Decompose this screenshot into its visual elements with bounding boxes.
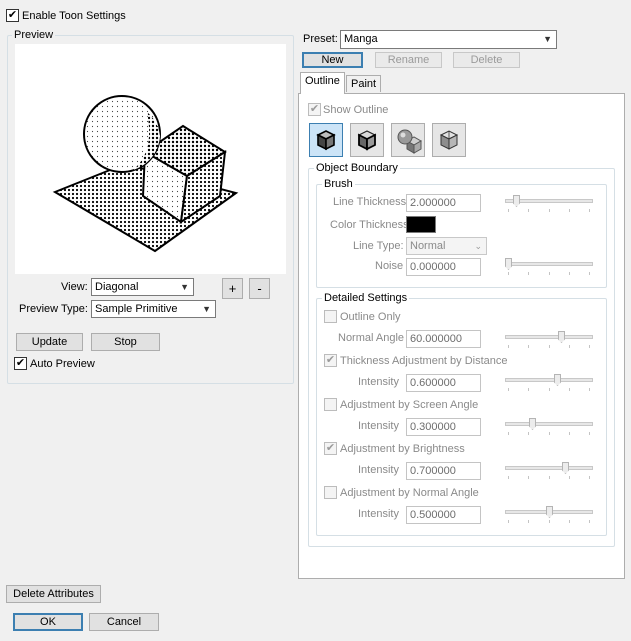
thickness-adjustment-intensity-field[interactable]: 0.600000 <box>406 374 481 392</box>
outline-only-label: Outline Only <box>340 311 401 323</box>
color-thickness-label: Color Thickness <box>330 219 409 231</box>
view-label: View: <box>61 281 88 293</box>
brightness-slider[interactable] <box>505 462 593 479</box>
brightness-label: Adjustment by Brightness <box>340 443 465 455</box>
tab-outline-label: Outline <box>305 75 340 87</box>
show-outline-label: Show Outline <box>323 104 389 116</box>
color-thickness-swatch[interactable] <box>406 216 436 233</box>
slider-thumb[interactable] <box>513 195 520 207</box>
view-select[interactable]: Diagonal ▼ <box>91 278 194 296</box>
slider-thumb[interactable] <box>546 506 553 518</box>
slider-thumb[interactable] <box>554 374 561 386</box>
intensity-label: Intensity <box>358 420 399 432</box>
tab-paint[interactable]: Paint <box>346 75 382 92</box>
noise-field[interactable]: 0.000000 <box>406 258 481 276</box>
show-outline-checkbox[interactable]: ✔ <box>308 103 321 116</box>
preset-label: Preset: <box>303 33 338 45</box>
intensity-label: Intensity <box>358 464 399 476</box>
chevron-down-icon: ▼ <box>543 34 552 44</box>
view-select-value: Diagonal <box>95 281 139 293</box>
preset-select[interactable]: Manga ▼ <box>340 30 557 49</box>
detailed-settings-title: Detailed Settings <box>322 292 410 304</box>
normal-angle-adjustment-slider[interactable] <box>505 506 593 523</box>
tab-paint-label: Paint <box>351 78 377 90</box>
sphere-cube-icon-button[interactable] <box>391 123 425 157</box>
cube-silhouette-icon <box>357 130 377 151</box>
stop-button[interactable]: Stop <box>91 333 160 351</box>
line-type-label: Line Type: <box>353 240 404 252</box>
line-type-select[interactable]: Normal ⌄ <box>406 237 487 255</box>
preview-render <box>52 95 239 253</box>
intensity-label: Intensity <box>358 376 399 388</box>
intensity-label: Intensity <box>358 508 399 520</box>
object-boundary-title: Object Boundary <box>314 162 400 174</box>
thickness-adjustment-slider[interactable] <box>505 374 593 391</box>
noise-label: Noise <box>375 260 404 272</box>
normal-angle-slider[interactable] <box>505 331 593 348</box>
preview-type-value: Sample Primitive <box>95 303 178 315</box>
auto-preview-checkbox[interactable]: ✔ <box>14 357 27 370</box>
enable-toon-label: Enable Toon Settings <box>22 10 126 22</box>
thickness-adjustment-checkbox[interactable]: ✔ <box>324 354 337 367</box>
preview-group-title: Preview <box>12 29 56 41</box>
preview-type-select[interactable]: Sample Primitive ▼ <box>91 300 216 318</box>
delete-preset-button[interactable]: Delete <box>453 52 520 68</box>
normal-angle-label: Normal Angle <box>338 332 405 344</box>
screen-angle-intensity-field[interactable]: 0.300000 <box>406 418 481 436</box>
normal-angle-adjustment-label: Adjustment by Normal Angle <box>340 487 479 499</box>
ok-button[interactable]: OK <box>13 613 83 631</box>
chevron-down-icon: ⌄ <box>474 241 482 251</box>
delete-attributes-button[interactable]: Delete Attributes <box>6 585 101 603</box>
cancel-button[interactable]: Cancel <box>89 613 159 631</box>
cube-wireframe-icon <box>439 130 459 150</box>
line-type-value: Normal <box>410 240 446 252</box>
screen-angle-checkbox[interactable] <box>324 398 337 411</box>
brightness-checkbox[interactable]: ✔ <box>324 442 337 455</box>
preview-canvas <box>15 44 286 274</box>
auto-preview-label: Auto Preview <box>30 358 95 370</box>
slider-thumb[interactable] <box>558 331 565 343</box>
line-thickness-label: Line Thickness <box>333 196 407 208</box>
line-thickness-field[interactable]: 2.000000 <box>406 194 481 212</box>
line-thickness-slider[interactable] <box>505 195 593 212</box>
zoom-in-button[interactable]: + <box>222 278 243 299</box>
outline-only-checkbox[interactable] <box>324 310 337 323</box>
preset-value: Manga <box>344 33 378 45</box>
brush-group-title: Brush <box>322 178 355 190</box>
sphere-cube-icon <box>397 129 422 154</box>
zoom-out-button[interactable]: - <box>249 278 270 299</box>
slider-thumb[interactable] <box>529 418 536 430</box>
slider-thumb[interactable] <box>562 462 569 474</box>
normal-angle-adjustment-checkbox[interactable] <box>324 486 337 499</box>
cube-outline-icon <box>316 130 336 151</box>
screen-angle-label: Adjustment by Screen Angle <box>340 399 479 411</box>
new-preset-button[interactable]: New <box>302 52 363 68</box>
screen-angle-slider[interactable] <box>505 418 593 435</box>
preview-type-label: Preview Type: <box>19 303 88 315</box>
chevron-down-icon: ▼ <box>180 282 189 292</box>
noise-slider[interactable] <box>505 258 593 275</box>
chevron-down-icon: ▼ <box>202 304 211 314</box>
normal-angle-adjustment-intensity-field[interactable]: 0.500000 <box>406 506 481 524</box>
thickness-adjustment-label: Thickness Adjustment by Distance <box>340 355 508 367</box>
cube-outline-icon-button[interactable] <box>309 123 343 157</box>
normal-angle-field[interactable]: 60.000000 <box>406 330 481 348</box>
slider-thumb[interactable] <box>505 258 512 270</box>
enable-toon-checkbox[interactable]: ✔ <box>6 9 19 22</box>
rename-preset-button[interactable]: Rename <box>375 52 442 68</box>
tab-outline[interactable]: Outline <box>300 72 345 94</box>
update-button[interactable]: Update <box>16 333 83 351</box>
cube-silhouette-icon-button[interactable] <box>350 123 384 157</box>
brightness-intensity-field[interactable]: 0.700000 <box>406 462 481 480</box>
cube-wireframe-icon-button[interactable] <box>432 123 466 157</box>
